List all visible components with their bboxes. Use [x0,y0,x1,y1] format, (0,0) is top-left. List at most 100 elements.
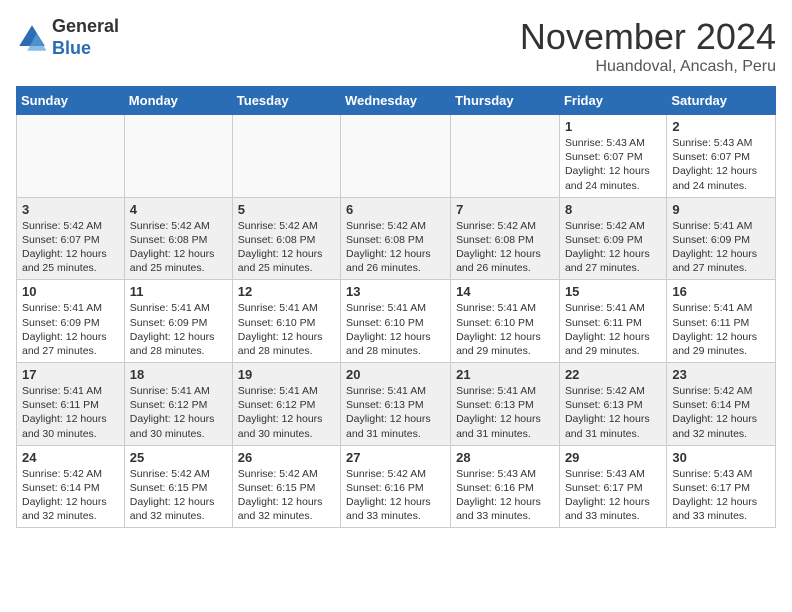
calendar-cell: 5Sunrise: 5:42 AM Sunset: 6:08 PM Daylig… [232,197,340,280]
day-info: Sunrise: 5:41 AM Sunset: 6:09 PM Dayligh… [130,301,227,358]
calendar-cell: 26 Sunrise: 5:42 AM Sunset: 6:15 PM Dayli… [232,445,340,528]
calendar-cell: 12 Sunrise: 5:41 AM Sunset: 6:10 PM Dayli… [232,280,340,363]
calendar-cell: 22Sunrise: 5:42 AM Sunset: 6:13 PM Dayli… [559,363,666,446]
day-number: 4 [130,202,227,217]
day-info: Sunrise: 5:41 AM Sunset: 6:12 PM Dayligh… [238,384,335,441]
day-info: Sunrise: 5:42 AM Sunset: 6:15 PM Dayligh… [238,467,335,524]
day-info: Sunrise: 5:42 AM Sunset: 6:15 PM Dayligh… [130,467,227,524]
day-info: Sunrise: 5:42 AM Sunset: 6:08 PM Dayligh… [130,219,227,276]
page-header: General Blue November 2024 Huandoval, An… [16,16,776,76]
location-title: Huandoval, Ancash, Peru [520,58,776,76]
day-number: 22 [565,367,661,382]
logo-general-text: General [52,16,119,38]
day-number: 17 [22,367,119,382]
weekday-header-friday: Friday [559,87,666,115]
day-number: 14 [456,284,554,299]
day-number: 6 [346,202,445,217]
calendar-cell: 8 Sunrise: 5:42 AM Sunset: 6:09 PM Daylig… [559,197,666,280]
calendar-cell: 29Sunrise: 5:43 AM Sunset: 6:17 PM Dayli… [559,445,666,528]
day-info: Sunrise: 5:41 AM Sunset: 6:11 PM Dayligh… [672,301,770,358]
day-number: 25 [130,450,227,465]
calendar-week-row: 1 Sunrise: 5:43 AM Sunset: 6:07 PM Daylig… [17,115,776,198]
day-info: Sunrise: 5:43 AM Sunset: 6:16 PM Dayligh… [456,467,554,524]
weekday-header-wednesday: Wednesday [341,87,451,115]
day-info: Sunrise: 5:42 AM Sunset: 6:08 PM Dayligh… [456,219,554,276]
day-info: Sunrise: 5:42 AM Sunset: 6:09 PM Dayligh… [565,219,661,276]
calendar-cell: 25 Sunrise: 5:42 AM Sunset: 6:15 PM Dayli… [124,445,232,528]
day-number: 28 [456,450,554,465]
day-number: 2 [672,119,770,134]
calendar-cell: 15 Sunrise: 5:41 AM Sunset: 6:11 PM Dayli… [559,280,666,363]
day-number: 12 [238,284,335,299]
day-info: Sunrise: 5:42 AM Sunset: 6:16 PM Dayligh… [346,467,445,524]
day-info: Sunrise: 5:41 AM Sunset: 6:11 PM Dayligh… [565,301,661,358]
weekday-header-saturday: Saturday [667,87,776,115]
calendar-cell [124,115,232,198]
calendar-cell: 19 Sunrise: 5:41 AM Sunset: 6:12 PM Dayli… [232,363,340,446]
day-number: 3 [22,202,119,217]
calendar-cell: 23Sunrise: 5:42 AM Sunset: 6:14 PM Dayli… [667,363,776,446]
calendar-cell: 2 Sunrise: 5:43 AM Sunset: 6:07 PM Daylig… [667,115,776,198]
day-number: 13 [346,284,445,299]
calendar-cell: 28 Sunrise: 5:43 AM Sunset: 6:16 PM Dayli… [451,445,560,528]
day-info: Sunrise: 5:41 AM Sunset: 6:12 PM Dayligh… [130,384,227,441]
day-number: 30 [672,450,770,465]
day-info: Sunrise: 5:43 AM Sunset: 6:17 PM Dayligh… [672,467,770,524]
logo-blue-text: Blue [52,38,119,60]
calendar-cell: 30 Sunrise: 5:43 AM Sunset: 6:17 PM Dayli… [667,445,776,528]
calendar-cell: 6Sunrise: 5:42 AM Sunset: 6:08 PM Daylig… [341,197,451,280]
weekday-header-thursday: Thursday [451,87,560,115]
calendar-cell: 7Sunrise: 5:42 AM Sunset: 6:08 PM Daylig… [451,197,560,280]
day-number: 16 [672,284,770,299]
day-number: 10 [22,284,119,299]
day-number: 20 [346,367,445,382]
day-number: 19 [238,367,335,382]
calendar-week-row: 3Sunrise: 5:42 AM Sunset: 6:07 PM Daylig… [17,197,776,280]
weekday-header-row: SundayMondayTuesdayWednesdayThursdayFrid… [17,87,776,115]
day-info: Sunrise: 5:41 AM Sunset: 6:11 PM Dayligh… [22,384,119,441]
calendar-cell: 10 Sunrise: 5:41 AM Sunset: 6:09 PM Dayli… [17,280,125,363]
calendar-cell: 9 Sunrise: 5:41 AM Sunset: 6:09 PM Daylig… [667,197,776,280]
weekday-header-sunday: Sunday [17,87,125,115]
day-info: Sunrise: 5:42 AM Sunset: 6:14 PM Dayligh… [22,467,119,524]
day-number: 24 [22,450,119,465]
day-number: 27 [346,450,445,465]
calendar-cell [232,115,340,198]
day-number: 8 [565,202,661,217]
calendar-cell: 21Sunrise: 5:41 AM Sunset: 6:13 PM Dayli… [451,363,560,446]
calendar-cell: 4 Sunrise: 5:42 AM Sunset: 6:08 PM Daylig… [124,197,232,280]
day-info: Sunrise: 5:41 AM Sunset: 6:10 PM Dayligh… [456,301,554,358]
calendar-cell: 3Sunrise: 5:42 AM Sunset: 6:07 PM Daylig… [17,197,125,280]
day-info: Sunrise: 5:43 AM Sunset: 6:07 PM Dayligh… [565,136,661,193]
calendar-cell: 16 Sunrise: 5:41 AM Sunset: 6:11 PM Dayli… [667,280,776,363]
day-info: Sunrise: 5:41 AM Sunset: 6:10 PM Dayligh… [238,301,335,358]
calendar-week-row: 10 Sunrise: 5:41 AM Sunset: 6:09 PM Dayli… [17,280,776,363]
calendar-cell [17,115,125,198]
calendar-cell: 20 Sunrise: 5:41 AM Sunset: 6:13 PM Dayli… [341,363,451,446]
calendar-table: SundayMondayTuesdayWednesdayThursdayFrid… [16,86,776,528]
day-info: Sunrise: 5:42 AM Sunset: 6:08 PM Dayligh… [238,219,335,276]
calendar-cell: 14 Sunrise: 5:41 AM Sunset: 6:10 PM Dayli… [451,280,560,363]
day-number: 9 [672,202,770,217]
weekday-header-monday: Monday [124,87,232,115]
calendar-cell: 18 Sunrise: 5:41 AM Sunset: 6:12 PM Dayli… [124,363,232,446]
day-number: 1 [565,119,661,134]
calendar-cell: 17 Sunrise: 5:41 AM Sunset: 6:11 PM Dayli… [17,363,125,446]
logo: General Blue [16,16,119,59]
month-title: November 2024 [520,16,776,58]
calendar-cell [341,115,451,198]
day-info: Sunrise: 5:41 AM Sunset: 6:13 PM Dayligh… [346,384,445,441]
calendar-cell: 1 Sunrise: 5:43 AM Sunset: 6:07 PM Daylig… [559,115,666,198]
calendar-cell [451,115,560,198]
day-info: Sunrise: 5:43 AM Sunset: 6:07 PM Dayligh… [672,136,770,193]
day-info: Sunrise: 5:41 AM Sunset: 6:10 PM Dayligh… [346,301,445,358]
day-number: 26 [238,450,335,465]
day-info: Sunrise: 5:42 AM Sunset: 6:14 PM Dayligh… [672,384,770,441]
day-info: Sunrise: 5:41 AM Sunset: 6:09 PM Dayligh… [22,301,119,358]
logo-icon [16,22,48,54]
calendar-cell: 24 Sunrise: 5:42 AM Sunset: 6:14 PM Dayli… [17,445,125,528]
day-info: Sunrise: 5:43 AM Sunset: 6:17 PM Dayligh… [565,467,661,524]
day-number: 18 [130,367,227,382]
day-info: Sunrise: 5:41 AM Sunset: 6:09 PM Dayligh… [672,219,770,276]
day-number: 15 [565,284,661,299]
